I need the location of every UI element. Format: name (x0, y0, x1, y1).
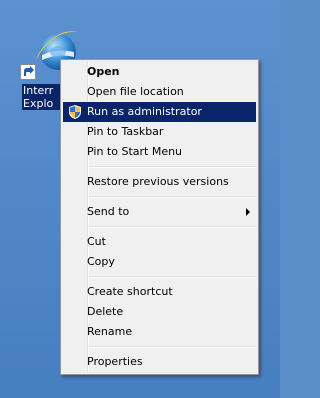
menu-item-label: Run as administrator (87, 105, 202, 118)
menu-item-delete[interactable]: Delete (63, 302, 256, 322)
menu-item-label: Create shortcut (87, 285, 173, 298)
menu-item-label: Restore previous versions (87, 175, 229, 188)
menu-item-label: Open (87, 65, 120, 78)
menu-item-send-to[interactable]: Send to (63, 202, 256, 222)
menu-item-label: Properties (87, 355, 143, 368)
submenu-arrow-icon (246, 208, 250, 216)
menu-item-label: Pin to Taskbar (87, 125, 164, 138)
menu-item-label: Copy (87, 255, 115, 268)
desktop: Interr Explo Open Open file location Run… (0, 0, 280, 398)
menu-item-restore-previous-versions[interactable]: Restore previous versions (63, 172, 256, 192)
menu-item-rename[interactable]: Rename (63, 322, 256, 342)
menu-separator (87, 276, 256, 278)
menu-item-label: Rename (87, 325, 133, 338)
menu-item-pin-to-taskbar[interactable]: Pin to Taskbar (63, 122, 256, 142)
menu-item-create-shortcut[interactable]: Create shortcut (63, 282, 256, 302)
menu-item-label: Send to (87, 205, 130, 218)
menu-item-label: Pin to Start Menu (87, 145, 183, 158)
shortcut-arrow-icon (20, 64, 36, 80)
menu-separator (87, 226, 256, 228)
context-menu: Open Open file location Run as administr… (60, 59, 259, 375)
menu-item-run-as-administrator[interactable]: Run as administrator (63, 102, 256, 122)
menu-item-open-file-location[interactable]: Open file location (63, 82, 256, 102)
menu-separator (87, 166, 256, 168)
uac-shield-icon (69, 105, 81, 119)
menu-item-open[interactable]: Open (63, 62, 256, 82)
menu-separator (87, 196, 256, 198)
menu-item-label: Open file location (87, 85, 184, 98)
menu-item-copy[interactable]: Copy (63, 252, 256, 272)
menu-item-properties[interactable]: Properties (63, 352, 256, 372)
menu-item-label: Cut (87, 235, 106, 248)
menu-item-pin-to-start-menu[interactable]: Pin to Start Menu (63, 142, 256, 162)
menu-item-label: Delete (87, 305, 124, 318)
menu-separator (87, 346, 256, 348)
menu-item-cut[interactable]: Cut (63, 232, 256, 252)
